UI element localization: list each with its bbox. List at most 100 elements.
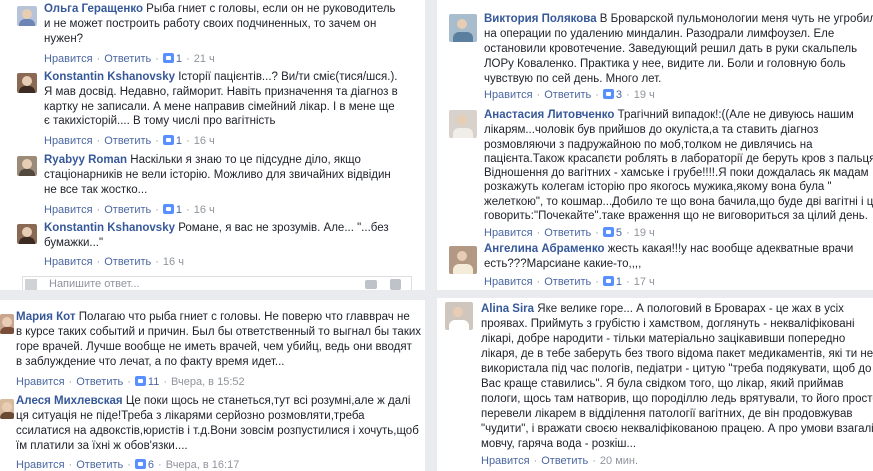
comment-text: есть???Марсиане какие-то,,,, (484, 258, 642, 270)
like-count[interactable]: 5 (616, 227, 622, 239)
comment-text: "чудити", і вражати своєю некваліфікован… (481, 423, 873, 435)
left-bottom-comments: Мария Кот Полагаю что рыба гниет с голов… (0, 300, 425, 471)
comment-text: не все так жостко... (44, 184, 148, 196)
comment-actions: Нравится · Ответить · 11 · Вчера, в 15:52 (16, 376, 245, 388)
timestamp[interactable]: Вчера, в 15:52 (171, 376, 245, 388)
avatar[interactable] (17, 73, 37, 93)
comment-text: перевели лікарем в відділення патології … (481, 408, 853, 420)
avatar[interactable] (17, 156, 37, 176)
commenter-name[interactable]: Ryabyy Roman (44, 154, 127, 166)
comment-actions: Нравится · Ответить · 1 · 16 ч (44, 135, 215, 147)
commenter-name[interactable]: Ангелина Абраменко (484, 243, 605, 255)
commenter-name[interactable]: Alina Sira (481, 303, 534, 315)
like-icon (602, 276, 614, 286)
comment-text: говорить:"Почекайте".таке враження що не… (484, 210, 868, 222)
like-count[interactable]: 1 (176, 53, 182, 65)
comment-text: нужен? (44, 33, 84, 45)
comment-text: и не может построить работу своих подчин… (44, 18, 377, 30)
reply-link[interactable]: Ответить (544, 276, 591, 288)
like-link[interactable]: Нравится (16, 459, 65, 471)
like-count[interactable]: 6 (148, 459, 154, 471)
comment-text: на операции по удалению миндалин. Разодр… (484, 28, 835, 40)
like-link[interactable]: Нравится (44, 135, 93, 147)
comment-text: лікарі, добре народити - тільки матеріал… (481, 333, 846, 345)
camera-icon[interactable] (365, 280, 377, 289)
like-link[interactable]: Нравится (16, 376, 65, 388)
reply-link[interactable]: Ответить (544, 89, 591, 101)
like-link[interactable]: Нравится (484, 227, 533, 239)
timestamp[interactable]: 16 ч (163, 256, 184, 268)
timestamp[interactable]: 19 ч (634, 227, 655, 239)
comment-text: проявах. Приймуть з грубістю і хамством,… (481, 318, 855, 330)
like-link[interactable]: Нравится (481, 455, 530, 467)
avatar[interactable] (17, 224, 37, 244)
timestamp[interactable]: 16 ч (194, 135, 215, 147)
like-count[interactable]: 1 (616, 276, 622, 288)
like-count[interactable]: 3 (616, 89, 622, 101)
reply-link[interactable]: Ответить (76, 459, 123, 471)
comment-actions: Нравится · Ответить · 3 · 19 ч (484, 89, 655, 101)
timestamp[interactable]: 16 ч (194, 204, 215, 216)
timestamp[interactable]: Вчера, в 16:17 (166, 459, 240, 471)
like-count[interactable]: 1 (176, 135, 182, 147)
comment-text: пологи, щось там натворив, що породіллю … (481, 393, 873, 405)
commenter-name[interactable]: Виктория Полякова (484, 13, 597, 25)
reply-link[interactable]: Ответить (541, 455, 588, 467)
like-icon (162, 53, 174, 63)
commenter-name[interactable]: Анастасия Литовченко (484, 109, 614, 121)
reply-link[interactable]: Ответить (104, 256, 151, 268)
like-icon (134, 376, 146, 386)
comment-text: Вас краще ставились". Я була свідком тог… (481, 378, 844, 390)
comment-text: бумажки..." (44, 237, 104, 249)
commenter-name[interactable]: Мария Кот (16, 311, 76, 323)
comment-text: є такихісторій.... В тому числі про вагі… (44, 115, 276, 127)
avatar[interactable] (449, 110, 477, 138)
like-link[interactable]: Нравится (44, 256, 93, 268)
commenter-name[interactable]: Konstantin Kshanovsky (44, 71, 175, 83)
comment-text: Ангелина Абраменко жесть какая!!!у нас в… (484, 243, 854, 255)
comment-text: лікарям...чоловік був прийшов до окуліст… (484, 124, 819, 136)
comment-text: пацієнта.Також красапєти роблять в лабор… (484, 153, 873, 165)
timestamp[interactable]: 19 ч (634, 89, 655, 101)
like-icon (162, 135, 174, 145)
like-link[interactable]: Нравится (484, 89, 533, 101)
avatar (25, 279, 37, 290)
like-count[interactable]: 1 (176, 204, 182, 216)
avatar[interactable] (449, 14, 477, 42)
avatar[interactable] (0, 314, 14, 334)
reply-link[interactable]: Ответить (104, 135, 151, 147)
comment-actions: Нравится · Ответить · 1 · 21 ч (44, 53, 215, 65)
comment-text: остановили кровотечение. Заведующий реши… (484, 43, 858, 55)
like-icon (602, 89, 614, 99)
commenter-name[interactable]: Алеся Михлевская (16, 395, 123, 407)
like-icon (134, 459, 146, 469)
sticker-icon[interactable] (390, 279, 401, 290)
avatar[interactable] (445, 302, 473, 330)
comment-actions: Нравится · Ответить · 6 · Вчера, в 16:17 (16, 459, 240, 471)
avatar[interactable] (0, 399, 14, 419)
reply-input[interactable]: Напишите ответ... (22, 276, 412, 290)
like-link[interactable]: Нравится (44, 204, 93, 216)
reply-link[interactable]: Ответить (104, 204, 151, 216)
avatar[interactable] (449, 246, 477, 274)
left-comment-thread: Ольга Геращенко Рыба гниет с головы, есл… (0, 0, 425, 290)
reply-link[interactable]: Ответить (76, 376, 123, 388)
like-link[interactable]: Нравится (44, 53, 93, 65)
reply-link[interactable]: Ответить (544, 227, 591, 239)
commenter-name[interactable]: Ольга Геращенко (44, 3, 143, 15)
like-count[interactable]: 11 (148, 376, 159, 388)
reply-link[interactable]: Ответить (104, 53, 151, 65)
comment-text: ця ситуація не піде!Треба з лікарями сер… (16, 410, 365, 422)
avatar[interactable] (17, 6, 37, 26)
comment-text: Ольга Геращенко Рыба гниет с головы, есл… (44, 3, 396, 15)
like-link[interactable]: Нравится (484, 276, 533, 288)
commenter-name[interactable]: Konstantin Kshanovsky (44, 222, 175, 234)
timestamp[interactable]: 21 ч (194, 53, 215, 65)
reply-placeholder: Напишите ответ... (49, 278, 140, 290)
comment-text: Алеся Михлевская Це поки щось не станеть… (16, 395, 411, 407)
comment-text: розмовляючи з падружайною по моб,толком … (484, 139, 813, 151)
timestamp[interactable]: 20 мин. (600, 455, 638, 467)
comment-text: картку не записали. А мене направив сіме… (44, 101, 395, 113)
comment-text: в курсе таких событий и причин. Был бы о… (16, 326, 422, 338)
timestamp[interactable]: 17 ч (634, 276, 655, 288)
